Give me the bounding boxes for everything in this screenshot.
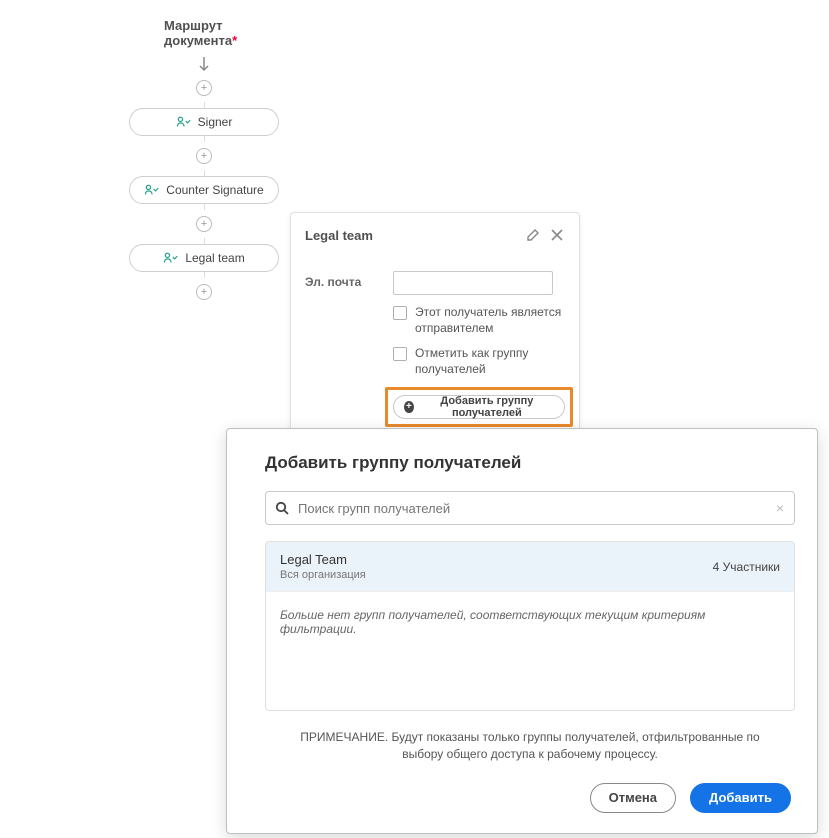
recipient-is-sender-check: Этот получатель является отправителем — [393, 305, 565, 336]
mark-as-group-check: Отметить как группу получателей — [393, 346, 565, 377]
group-search: × — [265, 491, 795, 525]
modal-footer: Отмена Добавить — [265, 783, 795, 813]
add-step-node[interactable]: + — [196, 216, 212, 232]
checkbox[interactable] — [393, 347, 407, 361]
popover-title: Legal team — [305, 228, 373, 243]
modal-note: ПРИМЕЧАНИЕ. Будут показаны только группы… — [265, 729, 795, 763]
cancel-button[interactable]: Отмена — [590, 783, 676, 813]
route-step-label: Counter Signature — [166, 183, 263, 197]
popover-actions — [525, 227, 565, 243]
email-label: Эл. почта — [305, 271, 383, 377]
edit-icon[interactable] — [525, 227, 541, 243]
email-field[interactable] — [393, 271, 553, 295]
document-route: Маршрут документа* + Signer + Counter Si… — [128, 18, 280, 306]
email-field-wrap: Этот получатель является отправителем От… — [393, 271, 565, 377]
checkbox-label: Отметить как группу получателей — [415, 346, 565, 377]
signer-icon — [176, 115, 192, 129]
add-recipient-group-button[interactable]: + Добавить группу получателей — [393, 395, 565, 419]
route-step-signer[interactable]: Signer — [129, 108, 279, 136]
route-title: Маршрут документа* — [164, 18, 280, 48]
email-row: Эл. почта Этот получатель является отпра… — [305, 271, 565, 377]
group-item-scope: Вся организация — [280, 569, 366, 581]
add-step-node[interactable]: + — [196, 284, 212, 300]
recipient-popover: Legal team Эл. почта Этот получатель явл… — [290, 212, 580, 442]
group-item-info: Legal Team Вся организация — [280, 552, 366, 581]
route-step-legal-team[interactable]: Legal team — [129, 244, 279, 272]
checkbox[interactable] — [393, 306, 407, 320]
add-recipient-group-modal: Добавить группу получателей × Legal Team… — [226, 428, 818, 834]
checkbox-label: Этот получатель является отправителем — [415, 305, 565, 336]
route-step-label: Legal team — [185, 251, 244, 265]
connector-line — [204, 136, 205, 142]
clear-search-icon[interactable]: × — [774, 500, 786, 516]
connector-line — [204, 272, 205, 278]
route-title-text: Маршрут документа — [164, 18, 232, 48]
group-list: Legal Team Вся организация 4 Участники Б… — [265, 541, 795, 711]
signer-icon — [144, 183, 160, 197]
signer-icon — [163, 251, 179, 265]
close-icon[interactable] — [549, 227, 565, 243]
popover-header: Legal team — [305, 227, 565, 243]
add-button[interactable]: Добавить — [690, 783, 791, 813]
route-step-label: Signer — [198, 115, 233, 129]
arrow-down-icon — [197, 56, 211, 74]
modal-title: Добавить группу получателей — [265, 453, 795, 473]
connector-line — [204, 204, 205, 210]
search-icon — [274, 500, 290, 516]
group-item-name: Legal Team — [280, 552, 366, 567]
group-search-input[interactable] — [298, 501, 766, 516]
add-group-btn-label: Добавить группу получателей — [420, 395, 554, 419]
group-list-item[interactable]: Legal Team Вся организация 4 Участники — [266, 542, 794, 591]
required-indicator: * — [232, 33, 237, 48]
group-item-count: 4 Участники — [713, 560, 780, 574]
plus-circle-icon: + — [404, 401, 414, 413]
group-list-empty: Больше нет групп получателей, соответств… — [266, 591, 794, 710]
route-step-counter-signature[interactable]: Counter Signature — [129, 176, 279, 204]
add-group-wrap: + Добавить группу получателей — [393, 395, 565, 419]
add-step-node[interactable]: + — [196, 80, 212, 96]
add-step-node[interactable]: + — [196, 148, 212, 164]
